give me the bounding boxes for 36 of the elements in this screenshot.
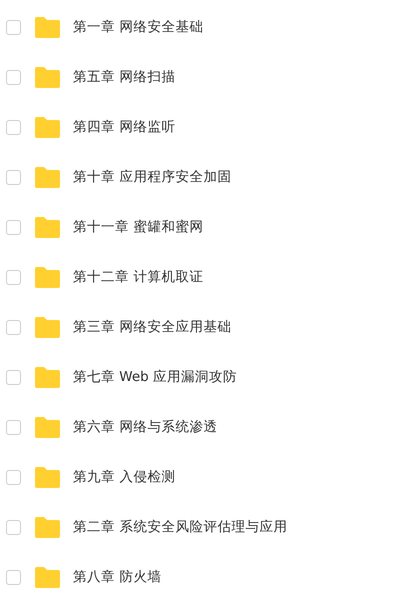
folder-icon — [35, 466, 60, 488]
folder-name[interactable]: 第三章 网络安全应用基础 — [73, 316, 232, 338]
folder-icon — [35, 66, 60, 88]
folder-icon — [35, 16, 60, 38]
folder-name[interactable]: 第九章 入侵检测 — [73, 466, 176, 488]
folder-name[interactable]: 第四章 网络监听 — [73, 116, 176, 138]
checkbox[interactable] — [6, 270, 21, 284]
checkbox[interactable] — [6, 470, 21, 484]
checkbox[interactable] — [6, 420, 21, 434]
folder-name[interactable]: 第十一章 蜜罐和蜜网 — [73, 216, 204, 238]
folder-name[interactable]: 第七章 Web 应用漏洞攻防 — [73, 366, 238, 388]
folder-icon — [35, 266, 60, 288]
folder-name[interactable]: 第二章 系统安全风险评估理与应用 — [73, 516, 288, 538]
folder-icon — [35, 566, 60, 588]
checkbox[interactable] — [6, 120, 21, 134]
folder-icon — [35, 116, 60, 138]
folder-name[interactable]: 第五章 网络扫描 — [73, 66, 176, 88]
folder-icon — [35, 166, 60, 188]
checkbox[interactable] — [6, 20, 21, 34]
folder-icon — [35, 366, 60, 388]
checkbox[interactable] — [6, 320, 21, 334]
folder-icon — [35, 416, 60, 438]
checkbox[interactable] — [6, 520, 21, 534]
folder-icon — [35, 216, 60, 238]
folder-name[interactable]: 第十二章 计算机取证 — [73, 266, 204, 288]
folder-icon — [35, 516, 60, 538]
checkbox[interactable] — [6, 170, 21, 184]
checkbox[interactable] — [6, 570, 21, 584]
checkbox[interactable] — [6, 220, 21, 234]
checkbox[interactable] — [6, 70, 21, 84]
folder-name[interactable]: 第六章 网络与系统渗透 — [73, 416, 218, 438]
folder-icon — [35, 316, 60, 338]
checkbox[interactable] — [6, 370, 21, 384]
folder-name[interactable]: 第一章 网络安全基础 — [73, 16, 204, 38]
folder-name[interactable]: 第十章 应用程序安全加固 — [73, 166, 232, 188]
folder-name[interactable]: 第八章 防火墙 — [73, 566, 162, 588]
